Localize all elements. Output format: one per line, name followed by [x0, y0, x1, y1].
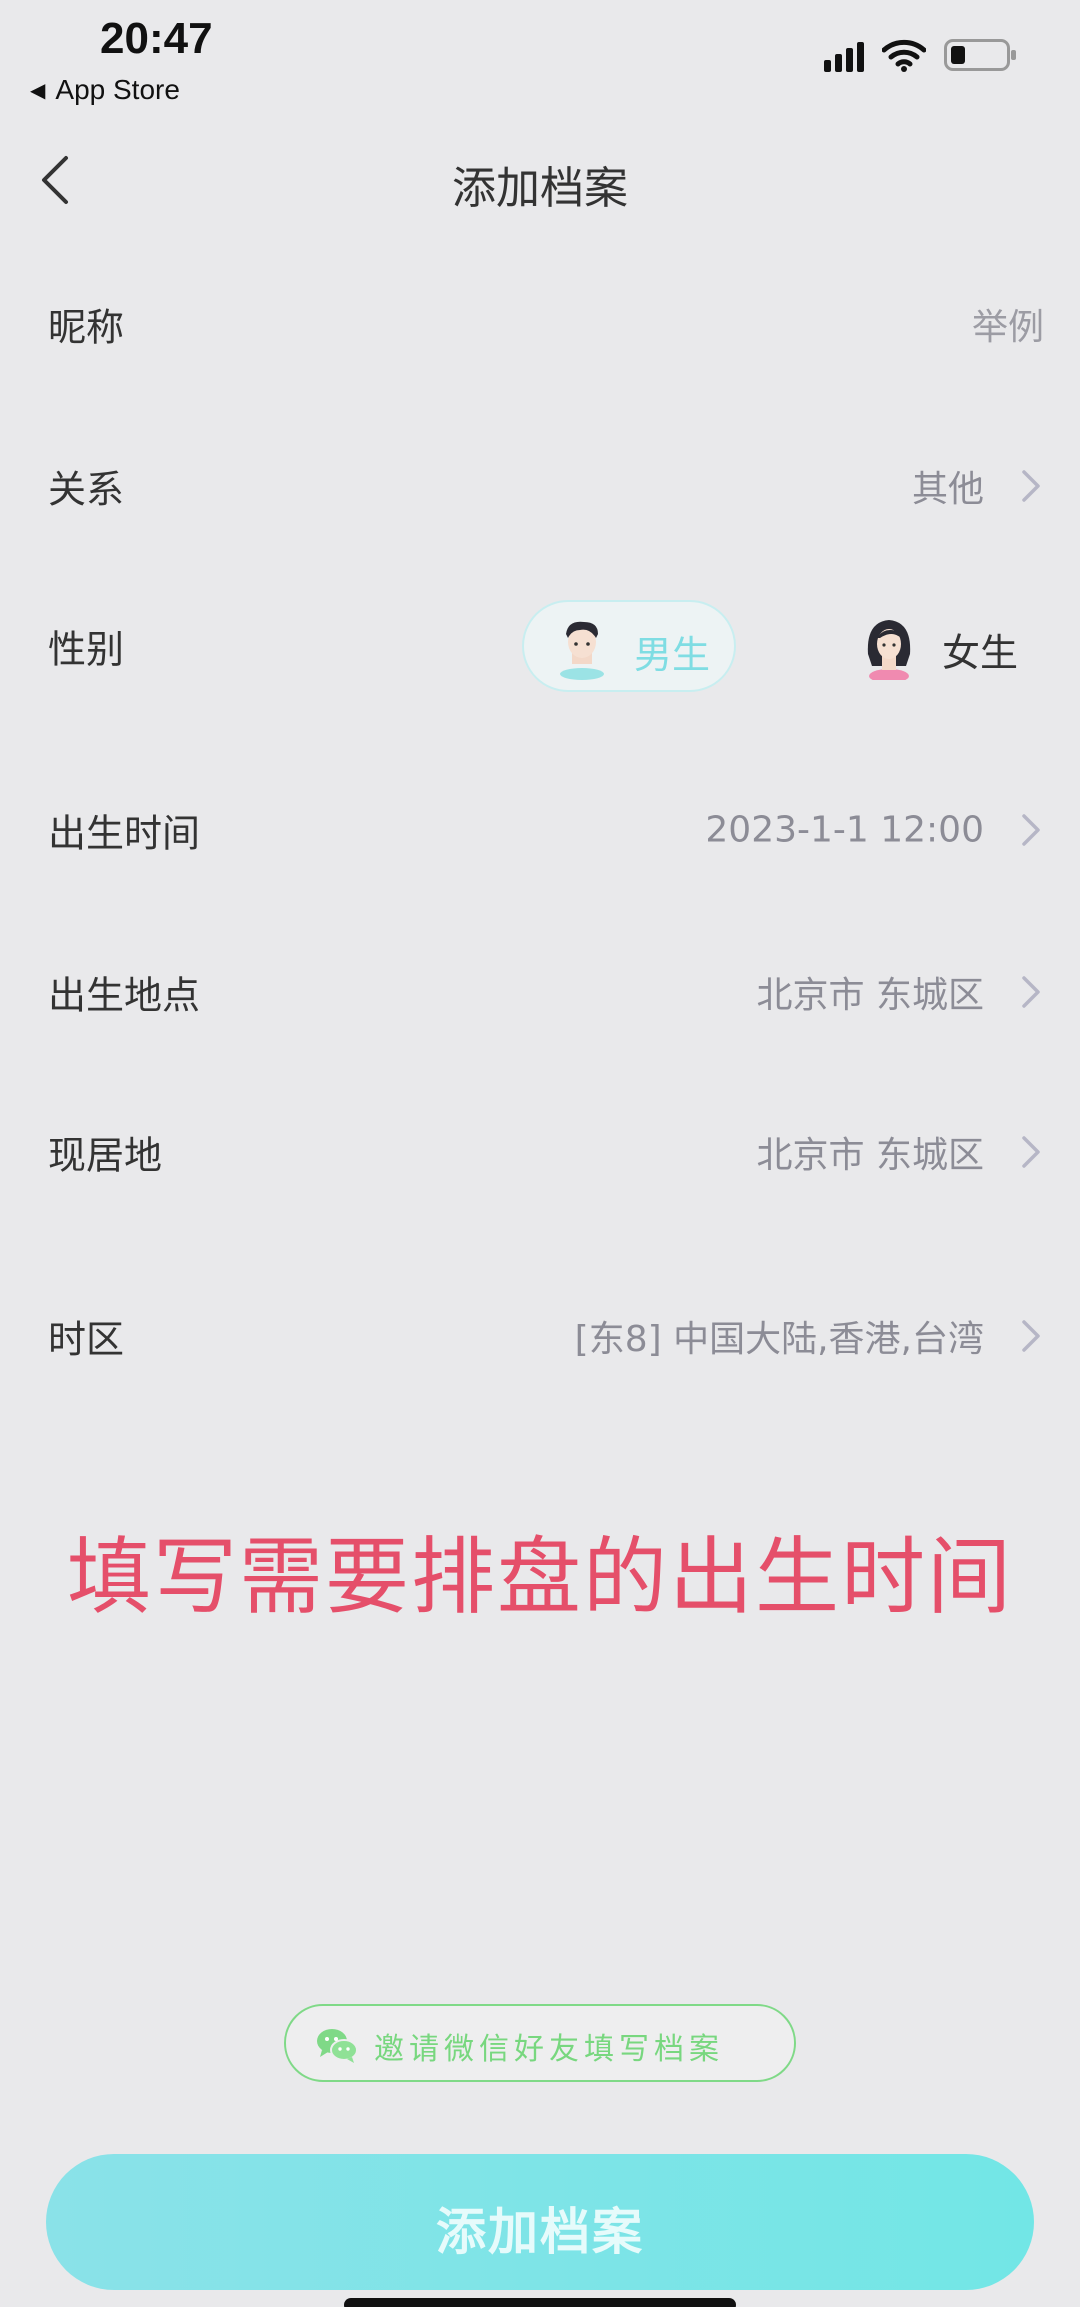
annotation-text: 填写需要排盘的出生时间	[66, 1528, 1013, 1626]
residence-value: 北京市 东城区	[756, 1135, 984, 1176]
status-bar: 20:47 ◀ App Store	[0, 0, 1080, 120]
invite-wechat-label: 邀请微信好友填写档案	[374, 2032, 724, 2067]
male-avatar-icon	[560, 621, 604, 680]
gender-male-option[interactable]: 男生	[522, 600, 736, 692]
invite-wechat-button[interactable]: 邀请微信好友填写档案	[284, 2004, 796, 2082]
timezone-value: [东8] 中国大陆,香港,台湾	[574, 1319, 984, 1360]
relation-label: 关系	[48, 467, 125, 512]
wechat-icon	[317, 2029, 358, 2063]
nickname-input[interactable]: 举例	[972, 298, 1044, 350]
birth-time-label: 出生时间	[48, 811, 201, 856]
gender-female-option[interactable]: 女生	[860, 600, 1060, 692]
add-profile-button[interactable]: 添加档案	[46, 2154, 1034, 2290]
chevron-right-icon	[1022, 1320, 1040, 1352]
status-time: 20:47	[100, 14, 213, 63]
timezone-row[interactable]: 时区 [东8] 中国大陆,香港,台湾	[0, 1286, 1080, 1386]
birth-time-row[interactable]: 出生时间 2023-1-1 12:00	[0, 780, 1080, 880]
gender-label: 性别	[48, 627, 125, 672]
birth-time-value: 2023-1-1 12:00	[705, 809, 984, 851]
chevron-right-icon	[1022, 976, 1040, 1008]
home-indicator	[344, 2298, 736, 2307]
nickname-row[interactable]: 昵称 举例	[0, 274, 1080, 374]
chevron-right-icon	[1022, 814, 1040, 846]
birth-place-label: 出生地点	[48, 973, 201, 1018]
battery-icon	[944, 39, 1016, 71]
birth-place-value: 北京市 东城区	[756, 975, 984, 1016]
nickname-label: 昵称	[48, 305, 125, 350]
signal-icon	[824, 38, 864, 72]
back-app-label: App Store	[55, 74, 180, 105]
birth-place-row[interactable]: 出生地点 北京市 东城区	[0, 942, 1080, 1042]
residence-label: 现居地	[48, 1133, 163, 1178]
chevron-right-icon	[1022, 470, 1040, 502]
chevron-right-icon	[1022, 1136, 1040, 1168]
wifi-icon	[882, 39, 926, 72]
status-icons	[824, 38, 1016, 72]
back-triangle-icon: ◀	[30, 79, 46, 102]
residence-row[interactable]: 现居地 北京市 东城区	[0, 1102, 1080, 1202]
gender-female-label: 女生	[942, 631, 1019, 675]
timezone-label: 时区	[48, 1317, 125, 1362]
gender-male-label: 男生	[634, 633, 711, 677]
relation-row[interactable]: 关系 其他	[0, 436, 1080, 536]
back-to-app-store[interactable]: ◀ App Store	[30, 74, 180, 106]
add-profile-label: 添加档案	[436, 2203, 644, 2261]
relation-value: 其他	[911, 469, 984, 510]
female-avatar-icon	[867, 620, 911, 680]
nav-bar: 添加档案	[0, 130, 1080, 230]
page-title: 添加档案	[452, 163, 628, 214]
